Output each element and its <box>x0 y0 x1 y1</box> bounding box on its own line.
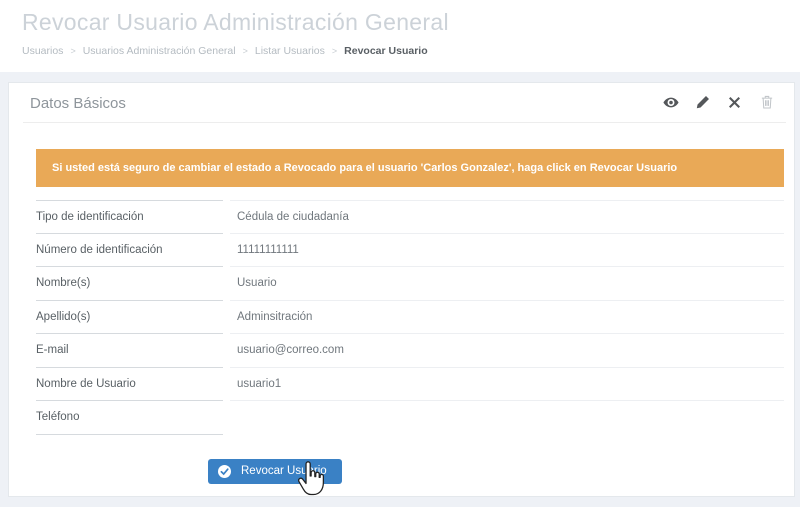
panel-header: Datos Básicos <box>9 83 794 122</box>
field-label: Apellido(s) <box>36 301 223 335</box>
table-row-apellidos: Apellido(s) Adminsitración <box>36 301 784 335</box>
table-row-email: E-mail usuario@correo.com <box>36 334 784 368</box>
field-value: usuario1 <box>230 368 784 402</box>
datos-basicos-panel: Datos Básicos <box>8 82 795 497</box>
table-row-nombre-usuario: Nombre de Usuario usuario1 <box>36 368 784 402</box>
panel-title: Datos Básicos <box>30 95 126 112</box>
field-label: Nombre de Usuario <box>36 368 223 402</box>
revoke-button-icon[interactable] <box>727 96 742 111</box>
breadcrumb-item-usuarios[interactable]: Usuarios <box>22 45 63 57</box>
trash-icon <box>761 95 773 112</box>
field-label: E-mail <box>36 334 223 368</box>
field-value: Cédula de ciudadanía <box>230 200 784 234</box>
breadcrumb: Usuarios > Usuarios Administración Gener… <box>22 45 800 57</box>
check-circle-icon <box>218 465 231 478</box>
revoke-warning-banner: Si usted está seguro de cambiar el estad… <box>36 149 784 187</box>
view-button[interactable] <box>663 96 678 111</box>
field-value <box>230 401 784 435</box>
eye-icon <box>663 96 679 111</box>
table-row-nombres: Nombre(s) Usuario <box>36 267 784 301</box>
page-header: Revocar Usuario Administración General U… <box>0 0 800 72</box>
x-icon <box>729 96 740 111</box>
field-value: Adminsitración <box>230 301 784 335</box>
field-label: Tipo de identificación <box>36 200 223 234</box>
breadcrumb-item-listar-usuarios[interactable]: Listar Usuarios <box>255 45 325 57</box>
delete-button[interactable] <box>759 96 774 111</box>
revocar-usuario-button-label: Revocar Usuario <box>241 465 327 477</box>
breadcrumb-item-revocar-usuario: Revocar Usuario <box>344 45 427 57</box>
table-row-tipo-identificacion: Tipo de identificación Cédula de ciudada… <box>36 200 784 234</box>
revocar-usuario-button[interactable]: Revocar Usuario <box>208 459 342 484</box>
field-value: 11111111111 <box>230 234 784 268</box>
field-value: Usuario <box>230 267 784 301</box>
table-row-telefono: Teléfono <box>36 401 784 435</box>
panel-header-divider <box>23 122 786 123</box>
panel-actions <box>663 96 774 111</box>
field-label: Teléfono <box>36 401 223 435</box>
table-row-numero-identificacion: Número de identificación 11111111111 <box>36 234 784 268</box>
page-title: Revocar Usuario Administración General <box>22 9 800 36</box>
field-value: usuario@correo.com <box>230 334 784 368</box>
edit-button[interactable] <box>695 96 710 111</box>
button-row: Revocar Usuario <box>208 459 794 484</box>
user-details-table: Tipo de identificación Cédula de ciudada… <box>36 200 784 435</box>
breadcrumb-separator: > <box>243 46 248 56</box>
breadcrumb-separator: > <box>332 46 337 56</box>
breadcrumb-separator: > <box>70 46 75 56</box>
field-label: Nombre(s) <box>36 267 223 301</box>
breadcrumb-item-usuarios-admin-general[interactable]: Usuarios Administración General <box>83 45 236 57</box>
pencil-icon <box>696 96 709 112</box>
field-label: Número de identificación <box>36 234 223 268</box>
